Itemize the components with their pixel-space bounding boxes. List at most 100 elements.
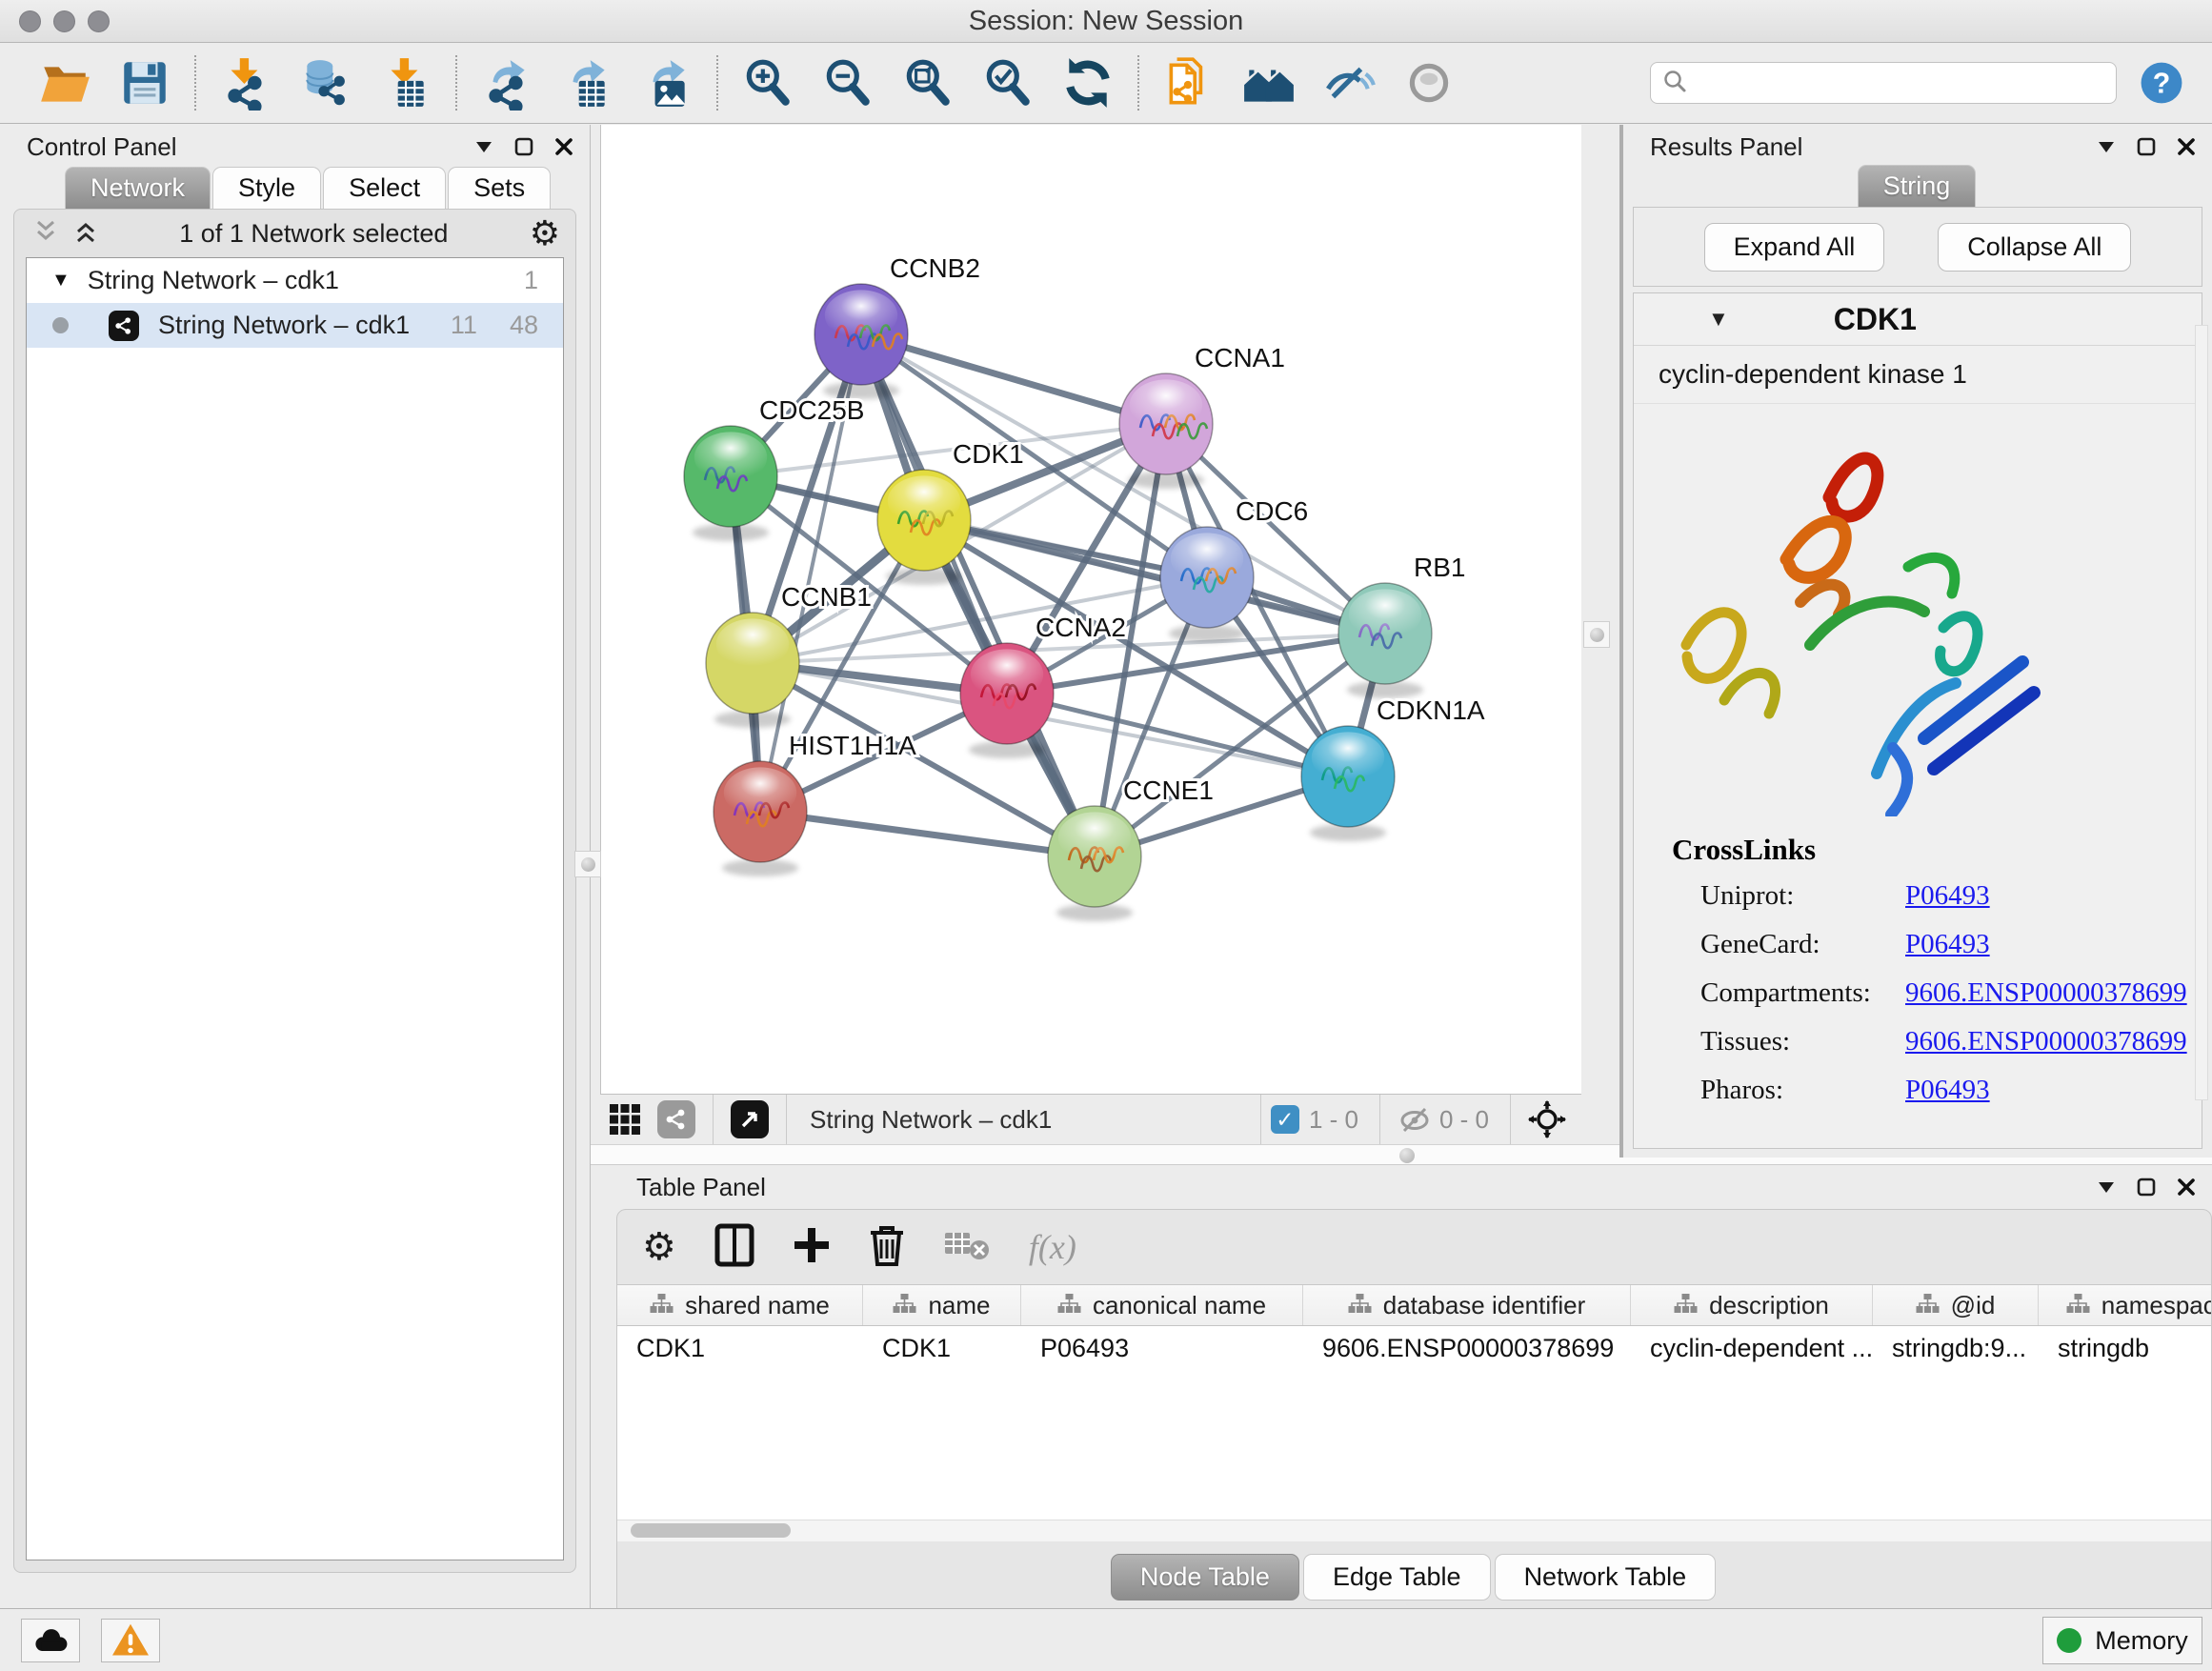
network-collection-row[interactable]: ▼ String Network – cdk1 1 [27, 258, 563, 303]
table-row[interactable]: CDK1CDK1P064939606.ENSP00000378699cyclin… [617, 1326, 2211, 1370]
show-all-button[interactable] [1389, 49, 1469, 117]
right-splitter-handle[interactable] [1583, 621, 1610, 648]
zoom-in-button[interactable] [728, 49, 808, 117]
tab-sets[interactable]: Sets [448, 167, 551, 209]
search-input[interactable] [1695, 68, 2116, 99]
panel-menu-icon[interactable] [2096, 136, 2117, 157]
tab-node-table[interactable]: Node Table [1111, 1554, 1299, 1601]
hidden-eye-icon[interactable] [1398, 1105, 1432, 1134]
zoom-out-button[interactable] [808, 49, 888, 117]
tree-expand-icon[interactable]: ▼ [51, 270, 70, 292]
export-table-button[interactable] [547, 49, 627, 117]
tab-string[interactable]: String [1858, 165, 1977, 207]
zoom-fit-button[interactable] [888, 49, 968, 117]
function-builder-icon[interactable]: f(x) [1029, 1227, 1076, 1267]
tab-network[interactable]: Network [65, 167, 211, 209]
network-node-RB1[interactable]: RB1 [1338, 553, 1465, 698]
help-button[interactable]: ? [2138, 59, 2185, 107]
network-row-selected[interactable]: String Network – cdk1 11 48 [27, 303, 563, 348]
column-type-icon [1674, 1291, 1698, 1320]
selected-checkbox-icon[interactable]: ✓ [1271, 1105, 1299, 1134]
birds-eye-icon[interactable] [1528, 1100, 1566, 1138]
panel-menu-icon[interactable] [2096, 1177, 2117, 1198]
column-header-canonical-name[interactable]: canonical name [1021, 1285, 1303, 1325]
import-table-button[interactable] [366, 49, 446, 117]
gear-icon[interactable]: ⚙ [530, 216, 560, 251]
horizontal-splitter-handle[interactable] [1399, 1148, 1415, 1163]
network-node-CDKN1A[interactable]: CDKN1A [1301, 695, 1485, 841]
table-cell: 9606.ENSP00000378699 [1303, 1334, 1631, 1363]
hide-selected-button[interactable] [1309, 49, 1389, 117]
tab-style[interactable]: Style [212, 167, 321, 209]
import-database-button[interactable] [286, 49, 366, 117]
panel-close-icon[interactable] [553, 136, 574, 157]
expand-all-icon[interactable] [73, 219, 98, 249]
export-network-button[interactable] [467, 49, 547, 117]
network-edge[interactable] [760, 812, 1095, 856]
zoom-selected-button[interactable] [968, 49, 1048, 117]
node-label: CCNB2 [890, 253, 980, 283]
network-node-CCNB2[interactable]: CCNB2 [814, 253, 980, 399]
collapse-all-button[interactable]: Collapse All [1938, 223, 2131, 272]
network-view-canvas[interactable]: CCNB2CCNA1CDC25BCDK1CDC6RB1CCNB1CCNA2CDK… [600, 125, 1582, 1094]
network-node-CDC25B[interactable]: CDC25B [684, 395, 864, 541]
panel-float-icon[interactable] [2136, 136, 2157, 157]
save-session-button[interactable] [105, 49, 185, 117]
tab-edge-table[interactable]: Edge Table [1303, 1554, 1491, 1601]
export-image-button[interactable] [627, 49, 707, 117]
tab-select[interactable]: Select [323, 167, 446, 209]
open-in-window-icon[interactable] [731, 1100, 769, 1138]
home-button[interactable] [1229, 49, 1309, 117]
results-scrollbar[interactable] [2195, 325, 2208, 1100]
memory-button[interactable]: Memory [2042, 1617, 2202, 1664]
table-settings-icon[interactable]: ⚙ [642, 1228, 676, 1266]
add-column-icon[interactable] [793, 1226, 831, 1269]
expand-all-button[interactable]: Expand All [1704, 223, 1885, 272]
search-icon [1662, 69, 1687, 98]
column-header-shared-name[interactable]: shared name [617, 1285, 863, 1325]
section-collapse-icon[interactable]: ▼ [1708, 307, 1729, 332]
network-node-CDK1[interactable]: CDK1 [877, 439, 1024, 585]
delete-table-icon[interactable] [943, 1229, 991, 1266]
panel-close-icon[interactable] [2176, 1177, 2197, 1198]
network-edge[interactable] [861, 334, 1095, 856]
gene-section-header[interactable]: ▼ CDK1 [1634, 293, 2202, 346]
tab-network-table[interactable]: Network Table [1495, 1554, 1717, 1601]
search-box[interactable] [1650, 62, 2117, 104]
column-header-description[interactable]: description [1631, 1285, 1873, 1325]
column-header-name[interactable]: name [863, 1285, 1021, 1325]
table-hscrollbar-thumb[interactable] [631, 1523, 791, 1538]
network-share-icon[interactable] [657, 1100, 695, 1138]
cloud-button[interactable] [21, 1619, 80, 1662]
collapse-all-icon[interactable] [33, 219, 58, 249]
table-hscrollbar[interactable] [617, 1520, 2211, 1541]
panel-menu-icon[interactable] [473, 136, 494, 157]
crosslink-value-link[interactable]: 9606.ENSP00000378699 [1905, 1026, 2187, 1057]
crosslink-value-link[interactable]: 9606.ENSP00000378699 [1905, 977, 2187, 1009]
table-cell: P06493 [1021, 1334, 1303, 1363]
panel-float-icon[interactable] [513, 136, 534, 157]
network-node-CCNA1[interactable]: CCNA1 [1119, 343, 1285, 489]
network-type-icon [109, 311, 139, 341]
grid-view-icon[interactable] [608, 1102, 642, 1137]
network-node-HIST1H1A[interactable]: HIST1H1A [714, 731, 916, 876]
select-columns-icon[interactable] [714, 1223, 754, 1272]
open-session-button[interactable] [25, 49, 105, 117]
import-network-button[interactable] [206, 49, 286, 117]
column-header-namespace[interactable]: namespace [2039, 1285, 2211, 1325]
network-graph[interactable]: CCNB2CCNA1CDC25BCDK1CDC6RB1CCNB1CCNA2CDK… [601, 125, 1582, 1094]
left-splitter-handle[interactable] [574, 851, 601, 877]
panel-float-icon[interactable] [2136, 1177, 2157, 1198]
delete-column-icon[interactable] [869, 1223, 905, 1272]
warnings-button[interactable] [101, 1619, 160, 1662]
crosslink-value-link[interactable]: P06493 [1905, 929, 1990, 960]
crosslink-value-link[interactable]: P06493 [1905, 880, 1990, 912]
refresh-button[interactable] [1048, 49, 1128, 117]
svg-text:?: ? [2153, 69, 2171, 100]
panel-close-icon[interactable] [2176, 136, 2197, 157]
column-header-@id[interactable]: @id [1873, 1285, 2039, 1325]
crosslink-value-link[interactable]: P06493 [1905, 1075, 1990, 1106]
column-header-database-identifier[interactable]: database identifier [1303, 1285, 1631, 1325]
network-node-CCNE1[interactable]: CCNE1 [1048, 775, 1214, 921]
string-document-button[interactable] [1149, 49, 1229, 117]
